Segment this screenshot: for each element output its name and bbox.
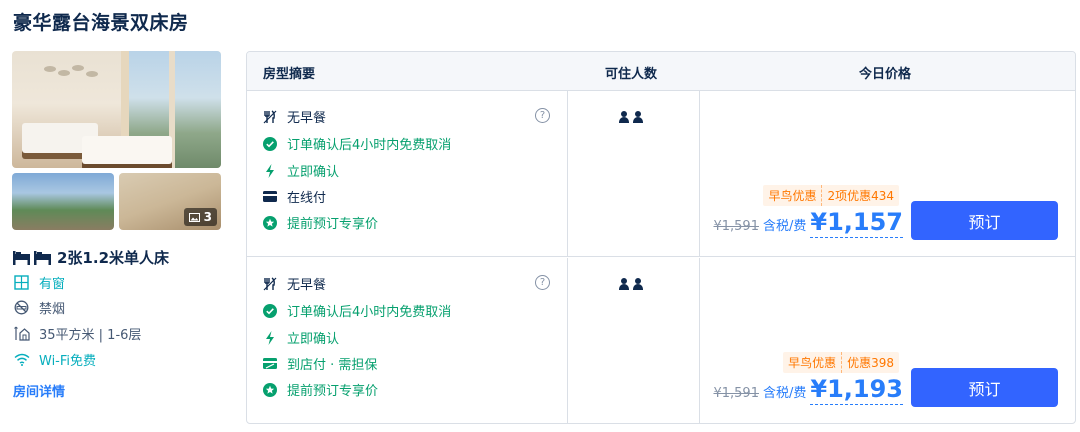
photo-count: 3 bbox=[203, 210, 212, 224]
person-icon bbox=[619, 111, 629, 123]
feature-no-smoking-label: 禁烟 bbox=[39, 302, 66, 317]
bed-right bbox=[82, 136, 172, 164]
meal-policy: 无早餐 bbox=[263, 274, 326, 293]
feature-wifi: Wi-Fi免费 bbox=[13, 350, 96, 369]
person-icon bbox=[633, 278, 643, 290]
credit-card-icon bbox=[263, 190, 277, 204]
payment-label: 在线付 bbox=[287, 191, 327, 206]
check-circle-icon bbox=[263, 303, 277, 318]
room-main-photo[interactable] bbox=[12, 51, 221, 168]
twin-bed-icon bbox=[13, 250, 51, 265]
confirm-label: 立即确认 bbox=[287, 332, 340, 347]
lightning-icon bbox=[263, 163, 277, 178]
meal-label: 无早餐 bbox=[287, 278, 327, 293]
feature-area-label: 35平方米 | 1-6层 bbox=[39, 328, 142, 343]
cancel-label: 订单确认后4小时内免费取消 bbox=[287, 305, 452, 320]
rate-row: 无早餐 ? 订单确认后4小时内免费取消 立即确认 到店付 · 需担保 提前预订专… bbox=[247, 258, 1075, 423]
column-divider bbox=[567, 258, 568, 423]
table-header: 房型摘要 可住人数 今日价格 bbox=[247, 52, 1075, 91]
current-price[interactable]: ¥1,157 bbox=[810, 208, 903, 238]
early-label: 提前预订专享价 bbox=[287, 384, 379, 399]
area-icon bbox=[13, 325, 30, 342]
tax-note: 含税/费 bbox=[762, 219, 807, 234]
room-details-link[interactable]: 房间详情 bbox=[13, 381, 65, 400]
meal-label: 无早餐 bbox=[287, 111, 327, 126]
cancel-policy: 订单确认后4小时内免费取消 bbox=[263, 301, 451, 320]
confirm-policy: 立即确认 bbox=[263, 161, 339, 180]
help-icon[interactable]: ? bbox=[535, 275, 550, 290]
wifi-icon bbox=[13, 351, 30, 368]
feature-no-smoking: 禁烟 bbox=[13, 298, 65, 317]
feature-area-floor: 35平方米 | 1-6层 bbox=[13, 324, 141, 343]
tax-note: 含税/费 bbox=[762, 386, 807, 401]
price-info: ¥1,591 含税/费 ¥1,157 bbox=[713, 208, 903, 238]
no-breakfast-icon bbox=[263, 109, 277, 124]
no-smoking-icon bbox=[13, 299, 30, 316]
column-divider bbox=[567, 91, 568, 256]
guarantee-card-icon bbox=[263, 357, 277, 371]
early-booking-policy: 提前预订专享价 bbox=[263, 380, 378, 399]
cancel-label: 订单确认后4小时内免费取消 bbox=[287, 138, 452, 153]
discount-badge: 2项优惠434 bbox=[821, 185, 899, 206]
window-icon bbox=[13, 274, 30, 291]
check-circle-icon bbox=[263, 136, 277, 151]
price-info: ¥1,591 含税/费 ¥1,193 bbox=[713, 375, 903, 405]
header-summary: 房型摘要 bbox=[263, 67, 316, 82]
no-breakfast-icon bbox=[263, 276, 277, 291]
payment-policy: 到店付 · 需担保 bbox=[263, 354, 377, 373]
image-icon bbox=[188, 212, 200, 222]
meal-policy: 无早餐 bbox=[263, 107, 326, 126]
lightning-icon bbox=[263, 330, 277, 345]
wall-art-decoration bbox=[44, 65, 98, 77]
photo-count-badge: 3 bbox=[183, 208, 217, 226]
confirm-label: 立即确认 bbox=[287, 165, 340, 180]
current-price[interactable]: ¥1,193 bbox=[810, 375, 903, 405]
early-bird-badge: 早鸟优惠 bbox=[788, 356, 837, 370]
original-price: ¥1,591 bbox=[713, 386, 759, 401]
early-bird-badge: 早鸟优惠 bbox=[768, 189, 817, 203]
promo-badges[interactable]: 早鸟优惠 优惠398 bbox=[783, 352, 899, 373]
discount-badge: 优惠398 bbox=[841, 352, 899, 373]
column-divider bbox=[699, 258, 700, 423]
payment-label: 到店付 · 需担保 bbox=[287, 358, 378, 373]
guest-count bbox=[619, 111, 643, 123]
promo-badges[interactable]: 早鸟优惠 2项优惠434 bbox=[763, 185, 899, 206]
header-price: 今日价格 bbox=[859, 67, 912, 82]
bed-label: 2张1.2米单人床 bbox=[57, 249, 170, 267]
early-booking-policy: 提前预订专享价 bbox=[263, 213, 378, 232]
room-thumbnail-1[interactable] bbox=[12, 173, 114, 230]
confirm-policy: 立即确认 bbox=[263, 328, 339, 347]
book-button[interactable]: 预订 bbox=[911, 201, 1058, 240]
feature-window-label: 有窗 bbox=[39, 277, 66, 292]
early-label: 提前预订专享价 bbox=[287, 217, 379, 232]
header-occupancy: 可住人数 bbox=[605, 67, 658, 82]
star-badge-icon bbox=[263, 382, 277, 397]
cancel-policy: 订单确认后4小时内免费取消 bbox=[263, 134, 451, 153]
star-badge-icon bbox=[263, 215, 277, 230]
rate-table: 房型摘要 可住人数 今日价格 无早餐 ? 订单确认后4小时内免费取消 立即确认 … bbox=[246, 51, 1076, 424]
feature-window: 有窗 bbox=[13, 273, 65, 292]
guest-count bbox=[619, 278, 643, 290]
column-divider bbox=[699, 91, 700, 256]
room-thumbnail-2[interactable]: 3 bbox=[119, 173, 221, 230]
payment-policy: 在线付 bbox=[263, 187, 326, 206]
person-icon bbox=[619, 278, 629, 290]
room-title: 豪华露台海景双床房 bbox=[13, 12, 189, 34]
person-icon bbox=[633, 111, 643, 123]
feature-wifi-label: Wi-Fi免费 bbox=[39, 354, 97, 369]
bed-info: 2张1.2米单人床 bbox=[13, 247, 169, 268]
help-icon[interactable]: ? bbox=[535, 108, 550, 123]
original-price: ¥1,591 bbox=[713, 219, 759, 234]
book-button[interactable]: 预订 bbox=[911, 368, 1058, 407]
rate-row: 无早餐 ? 订单确认后4小时内免费取消 立即确认 在线付 提前预订专享价 早鸟优… bbox=[247, 91, 1075, 257]
